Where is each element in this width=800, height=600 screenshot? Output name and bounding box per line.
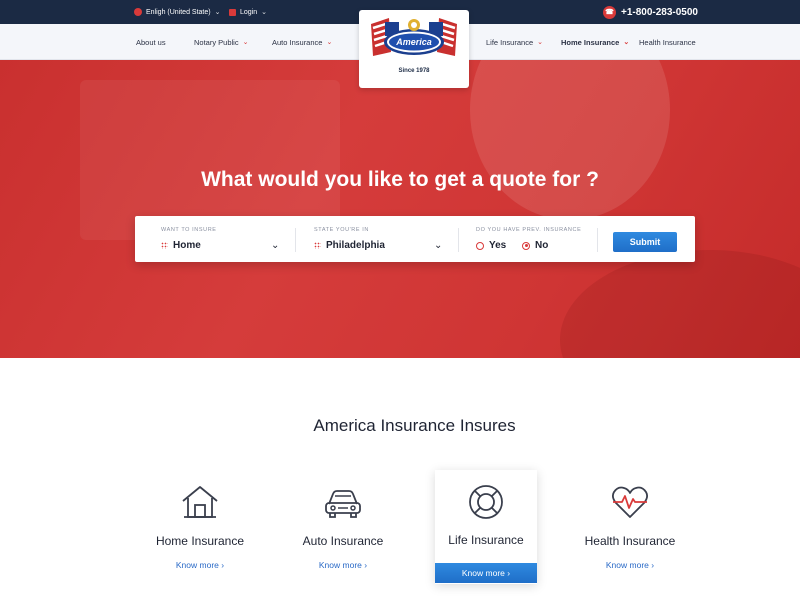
logo-tagline: Since 1978 [398,68,430,74]
insure-value-text: Home [173,240,201,251]
globe-icon [134,8,142,16]
nav-item-health-insurance[interactable]: Health Insurance [639,24,696,60]
know-more-label: Know more [605,560,649,570]
language-label: Enligh (United State) [146,8,211,16]
nav-item-label: Life Insurance [486,37,534,47]
prev-insurance-field: DO YOU HAVE PREV. INSURANCE Yes No [476,216,596,262]
prev-insurance-no[interactable]: No [522,240,548,251]
grid-icon [314,242,321,249]
nav-item-label: Health Insurance [639,37,696,47]
nav-item-label: Notary Public [194,37,239,47]
know-more-link[interactable]: Know more › [559,560,701,570]
card-title: Health Insurance [584,534,676,548]
login-label: Login [240,8,258,16]
state-select[interactable]: STATE YOU'RE IN Philadelphia ⌄ [314,216,444,262]
grid-icon [161,242,168,249]
chevron-down-icon: ⌄ [261,9,268,16]
phone-contact[interactable]: ☎ +1-800-283-0500 [602,0,698,24]
chevron-down-icon: ⌄ [242,39,249,46]
nav-item-auto-insurance[interactable]: Auto Insurance ⌄ [272,24,332,60]
chevron-down-icon: ⌄ [214,9,221,16]
card-title: Auto Insurance [302,534,384,548]
nav-item-life-insurance[interactable]: Life Insurance ⌄ [486,24,543,60]
card-home-insurance[interactable]: Home Insurance Know more › [149,470,251,584]
insure-value: Home [161,240,201,251]
login-link[interactable]: Login ⌄ [229,0,267,24]
card-life-insurance[interactable]: Life Insurance Know more › [435,470,537,584]
prev-insurance-label: DO YOU HAVE PREV. INSURANCE [476,227,582,233]
chevron-right-icon: › [364,560,368,570]
yes-label: Yes [489,240,507,251]
insure-label: WANT TO INSURE [161,227,217,233]
quote-form: WANT TO INSURE Home ⌄ STATE YOU'RE IN Ph… [135,216,695,262]
card-health-insurance[interactable]: Health Insurance Know more › [579,470,681,584]
divider [458,228,459,252]
phone-number: +1-800-283-0500 [620,6,698,18]
heart-pulse-icon [611,486,649,518]
state-value-text: Philadelphia [326,240,385,251]
know-more-link[interactable]: Know more › [272,560,414,570]
chevron-right-icon: › [651,560,655,570]
logo-name: America [396,37,432,47]
divider [597,228,598,252]
nav-item-notary-public[interactable]: Notary Public ⌄ [194,24,248,60]
chevron-down-icon: ⌄ [271,240,280,251]
card-title: Life Insurance [448,533,524,547]
page: Enligh (United State) ⌄ Login ⌄ ☎ +1-800… [0,0,800,600]
chevron-right-icon: › [221,560,225,570]
lock-icon [229,8,236,16]
hero-banner [0,60,800,358]
prev-insurance-yes[interactable]: Yes [476,240,506,251]
nav-item-label: About us [136,37,166,47]
lifebuoy-icon [469,485,503,519]
state-label: STATE YOU'RE IN [314,227,369,233]
radio-yes[interactable] [476,241,484,250]
know-more-label: Know more [318,560,362,570]
nav-item-label: Home Insurance [561,37,620,47]
insure-select[interactable]: WANT TO INSURE Home ⌄ [161,216,285,262]
phone-icon: ☎ [602,5,616,19]
nav-item-label: Auto Insurance [272,37,323,47]
know-more-label: Know more [175,560,219,570]
card-auto-insurance[interactable]: Auto Insurance Know more › [292,470,394,584]
hero-photo-shadow [560,250,800,358]
radio-no[interactable] [522,241,530,250]
chevron-down-icon: ⌄ [623,39,630,46]
divider [295,228,296,252]
nav-item-home-insurance[interactable]: Home Insurance ⌄ [561,24,629,60]
nav-item-about-us[interactable]: About us [136,24,166,60]
chevron-down-icon: ⌄ [326,39,333,46]
language-selector[interactable]: Enligh (United State) ⌄ [134,0,220,24]
submit-button[interactable]: Submit [613,232,677,252]
chevron-down-icon: ⌄ [434,240,443,251]
site-logo[interactable]: America Since 1978 [359,10,469,88]
state-value: Philadelphia [314,240,385,251]
no-label: No [535,240,549,251]
know-more-label: Know more [461,568,505,578]
hero-title: What would you like to get a quote for ? [201,168,599,191]
section-title: America Insurance Insures [313,416,516,435]
chevron-down-icon: ⌄ [537,39,543,46]
car-icon [325,490,361,518]
know-more-link[interactable]: Know more › [129,560,271,570]
chevron-right-icon: › [507,568,511,578]
know-more-button[interactable]: Know more › [435,563,537,583]
house-icon [182,486,218,518]
card-title: Home Insurance [155,534,245,548]
hero-photo-person [470,60,670,220]
